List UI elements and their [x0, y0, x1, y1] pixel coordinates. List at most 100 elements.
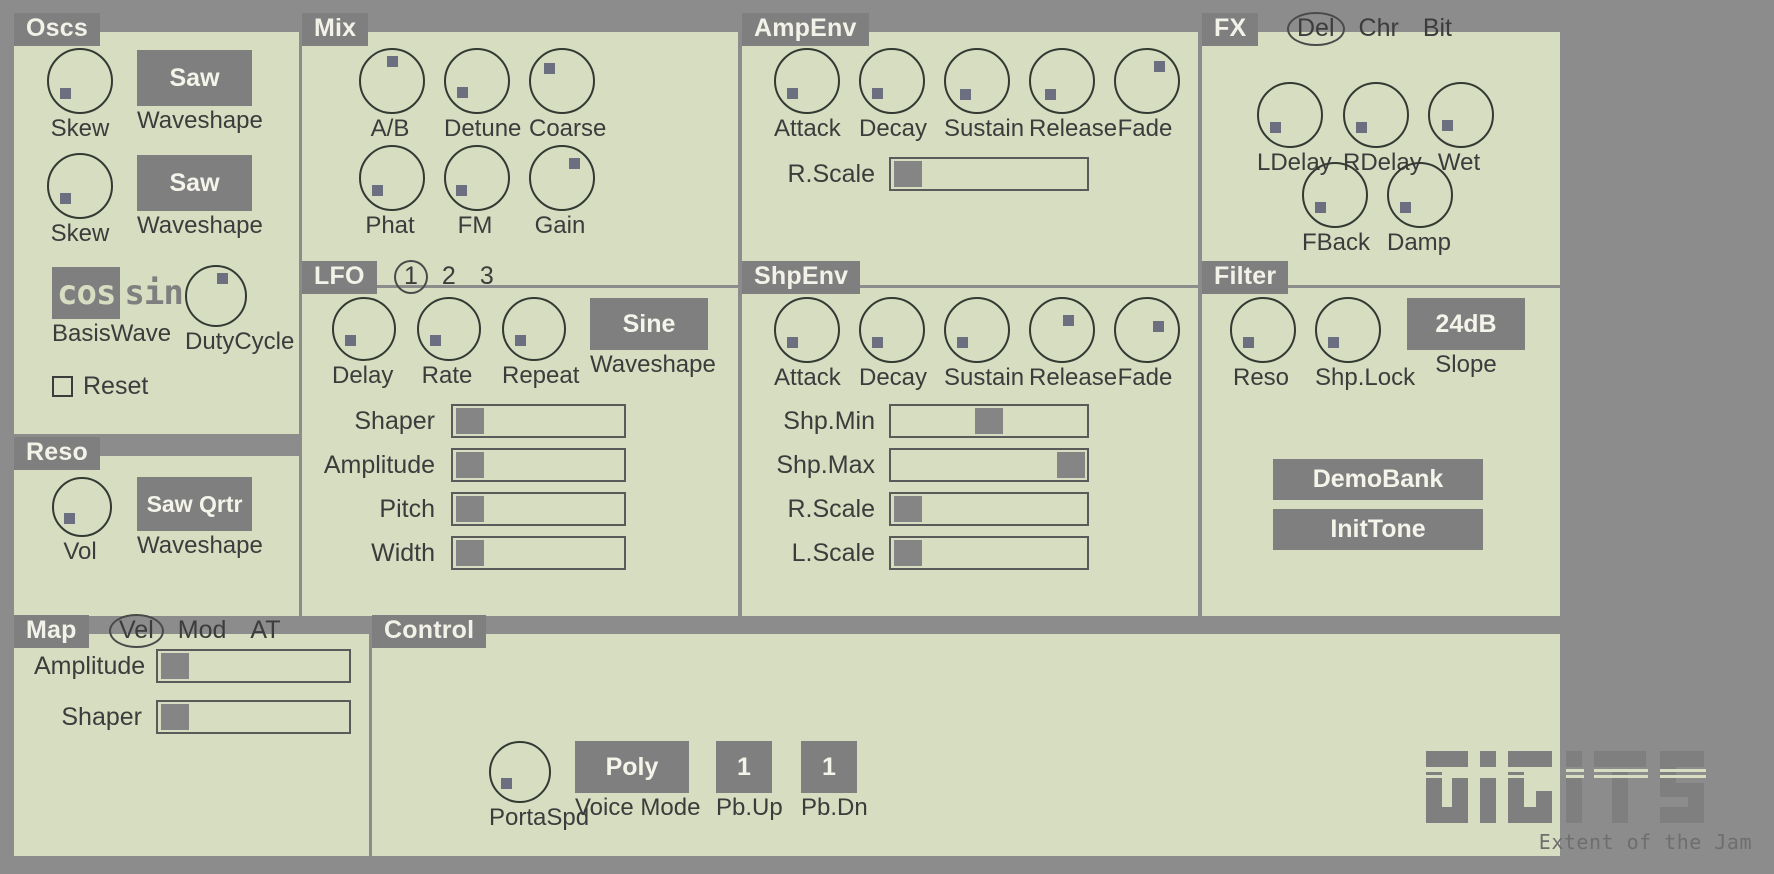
- demobank-button[interactable]: DemoBank: [1273, 459, 1483, 500]
- knob-dial[interactable]: [502, 297, 566, 361]
- slider-thumb[interactable]: [894, 161, 922, 187]
- slider-thumb[interactable]: [975, 408, 1003, 434]
- knob-filter-reso[interactable]: Reso: [1230, 297, 1292, 390]
- reso-waveshape[interactable]: Saw Qrtr Waveshape: [137, 477, 252, 558]
- knob-dial[interactable]: [52, 477, 112, 537]
- knob-osc1-skew[interactable]: Skew: [40, 48, 120, 141]
- slider-thumb[interactable]: [1057, 452, 1085, 478]
- slider-track[interactable]: [889, 448, 1089, 482]
- knob-mix-phat[interactable]: Phat: [359, 145, 421, 238]
- knob-dial[interactable]: [359, 145, 425, 211]
- knob-dial[interactable]: [359, 48, 425, 114]
- knob-ampenv-fade[interactable]: Fade: [1114, 48, 1176, 141]
- lfo-tab-2[interactable]: 2: [430, 261, 468, 293]
- slider-map-shaper[interactable]: Shaper: [34, 700, 351, 734]
- slider-thumb[interactable]: [894, 496, 922, 522]
- knob-dial[interactable]: [1029, 297, 1095, 363]
- inittone-button[interactable]: InitTone: [1273, 509, 1483, 550]
- knob-reso-vol[interactable]: Vol: [52, 477, 108, 564]
- slider-track[interactable]: [889, 536, 1089, 570]
- knob-ampenv-sustain[interactable]: Sustain: [944, 48, 1006, 141]
- knob-fx-fback[interactable]: FBack: [1302, 162, 1364, 255]
- slider-thumb[interactable]: [456, 496, 484, 522]
- knob-mix-gain[interactable]: Gain: [529, 145, 591, 238]
- filter-slope[interactable]: 24dB Slope: [1407, 298, 1525, 377]
- knob-dial[interactable]: [1428, 82, 1494, 148]
- reset-checkbox-row[interactable]: Reset: [52, 372, 148, 401]
- slider-lfo-amplitude[interactable]: Amplitude: [320, 448, 626, 482]
- slider-ampenv-rscale[interactable]: R.Scale: [770, 157, 1089, 191]
- slider-thumb[interactable]: [161, 653, 189, 679]
- fx-tab-chr[interactable]: Chr: [1347, 13, 1411, 45]
- lfo-tab-1[interactable]: 1: [392, 261, 430, 293]
- knob-dial[interactable]: [529, 145, 595, 211]
- knob-dial[interactable]: [47, 153, 113, 219]
- knob-dial[interactable]: [1302, 162, 1368, 228]
- control-voice-mode[interactable]: Poly Voice Mode: [575, 741, 689, 820]
- basiswave-sin-option[interactable]: sin: [120, 267, 186, 319]
- slider-track[interactable]: [889, 492, 1089, 526]
- slider-thumb[interactable]: [894, 540, 922, 566]
- knob-ampenv-decay[interactable]: Decay: [859, 48, 921, 141]
- slider-track[interactable]: [451, 448, 626, 482]
- knob-dial[interactable]: [1230, 297, 1296, 363]
- fx-tab-del[interactable]: Del: [1285, 13, 1347, 45]
- slider-track[interactable]: [156, 700, 351, 734]
- knob-mix-detune[interactable]: Detune: [444, 48, 506, 141]
- lfo-tab-3[interactable]: 3: [468, 261, 506, 293]
- knob-dial[interactable]: [529, 48, 595, 114]
- knob-shpenv-decay[interactable]: Decay: [859, 297, 921, 390]
- fx-tab-bit[interactable]: Bit: [1411, 13, 1464, 45]
- knob-fx-damp[interactable]: Damp: [1387, 162, 1449, 255]
- slider-track[interactable]: [451, 492, 626, 526]
- map-tabs[interactable]: Vel Mod AT: [107, 615, 293, 647]
- map-tab-vel[interactable]: Vel: [107, 615, 166, 647]
- knob-ampenv-attack[interactable]: Attack: [774, 48, 836, 141]
- knob-shpenv-attack[interactable]: Attack: [774, 297, 836, 390]
- lfo-tabs[interactable]: 1 2 3: [392, 261, 506, 293]
- lfo-waveshape[interactable]: Sine Waveshape: [590, 298, 708, 377]
- knob-osc2-skew[interactable]: Skew: [40, 153, 120, 246]
- knob-dial[interactable]: [47, 48, 113, 114]
- basiswave-cos-option[interactable]: cos: [52, 267, 120, 319]
- slider-shpenv-shpmin[interactable]: Shp.Min: [770, 404, 1089, 438]
- knob-control-portaspd[interactable]: PortaSpd: [489, 741, 547, 830]
- knob-dial[interactable]: [1257, 82, 1323, 148]
- knob-dial[interactable]: [489, 741, 551, 803]
- knob-dial[interactable]: [859, 297, 925, 363]
- slider-thumb[interactable]: [161, 704, 189, 730]
- knob-dial[interactable]: [444, 48, 510, 114]
- slider-lfo-shaper[interactable]: Shaper: [320, 404, 626, 438]
- knob-dial[interactable]: [1315, 297, 1381, 363]
- reset-checkbox[interactable]: [52, 376, 73, 397]
- lfo-waveshape-button[interactable]: Sine: [590, 298, 708, 350]
- knob-dial[interactable]: [332, 297, 396, 361]
- slider-thumb[interactable]: [456, 408, 484, 434]
- pb-up-button[interactable]: 1: [716, 741, 772, 793]
- slider-lfo-width[interactable]: Width: [320, 536, 626, 570]
- slider-lfo-pitch[interactable]: Pitch: [320, 492, 626, 526]
- osc2-waveshape-button[interactable]: Saw: [137, 155, 252, 211]
- knob-dial[interactable]: [1029, 48, 1095, 114]
- knob-mix-fm[interactable]: FM: [444, 145, 506, 238]
- osc2-waveshape[interactable]: Saw Waveshape: [137, 155, 252, 238]
- knob-dial[interactable]: [774, 48, 840, 114]
- knob-dutycycle[interactable]: DutyCycle: [185, 265, 243, 354]
- knob-dial[interactable]: [774, 297, 840, 363]
- slider-thumb[interactable]: [456, 452, 484, 478]
- slider-track[interactable]: [451, 536, 626, 570]
- slider-shpenv-rscale[interactable]: R.Scale: [770, 492, 1089, 526]
- knob-ampenv-release[interactable]: Release: [1029, 48, 1091, 141]
- knob-dial[interactable]: [859, 48, 925, 114]
- slider-shpenv-shpmax[interactable]: Shp.Max: [770, 448, 1089, 482]
- voice-mode-button[interactable]: Poly: [575, 741, 689, 793]
- knob-filter-shplock[interactable]: Shp.Lock: [1315, 297, 1377, 390]
- slider-shpenv-lscale[interactable]: L.Scale: [770, 536, 1089, 570]
- knob-dial[interactable]: [944, 48, 1010, 114]
- control-pb-dn[interactable]: 1 Pb.Dn: [801, 741, 857, 820]
- osc1-waveshape[interactable]: Saw Waveshape: [137, 50, 252, 133]
- knob-lfo-rate[interactable]: Rate: [417, 297, 477, 388]
- knob-dial[interactable]: [185, 265, 247, 327]
- reso-waveshape-button[interactable]: Saw Qrtr: [137, 477, 252, 531]
- slider-track[interactable]: [451, 404, 626, 438]
